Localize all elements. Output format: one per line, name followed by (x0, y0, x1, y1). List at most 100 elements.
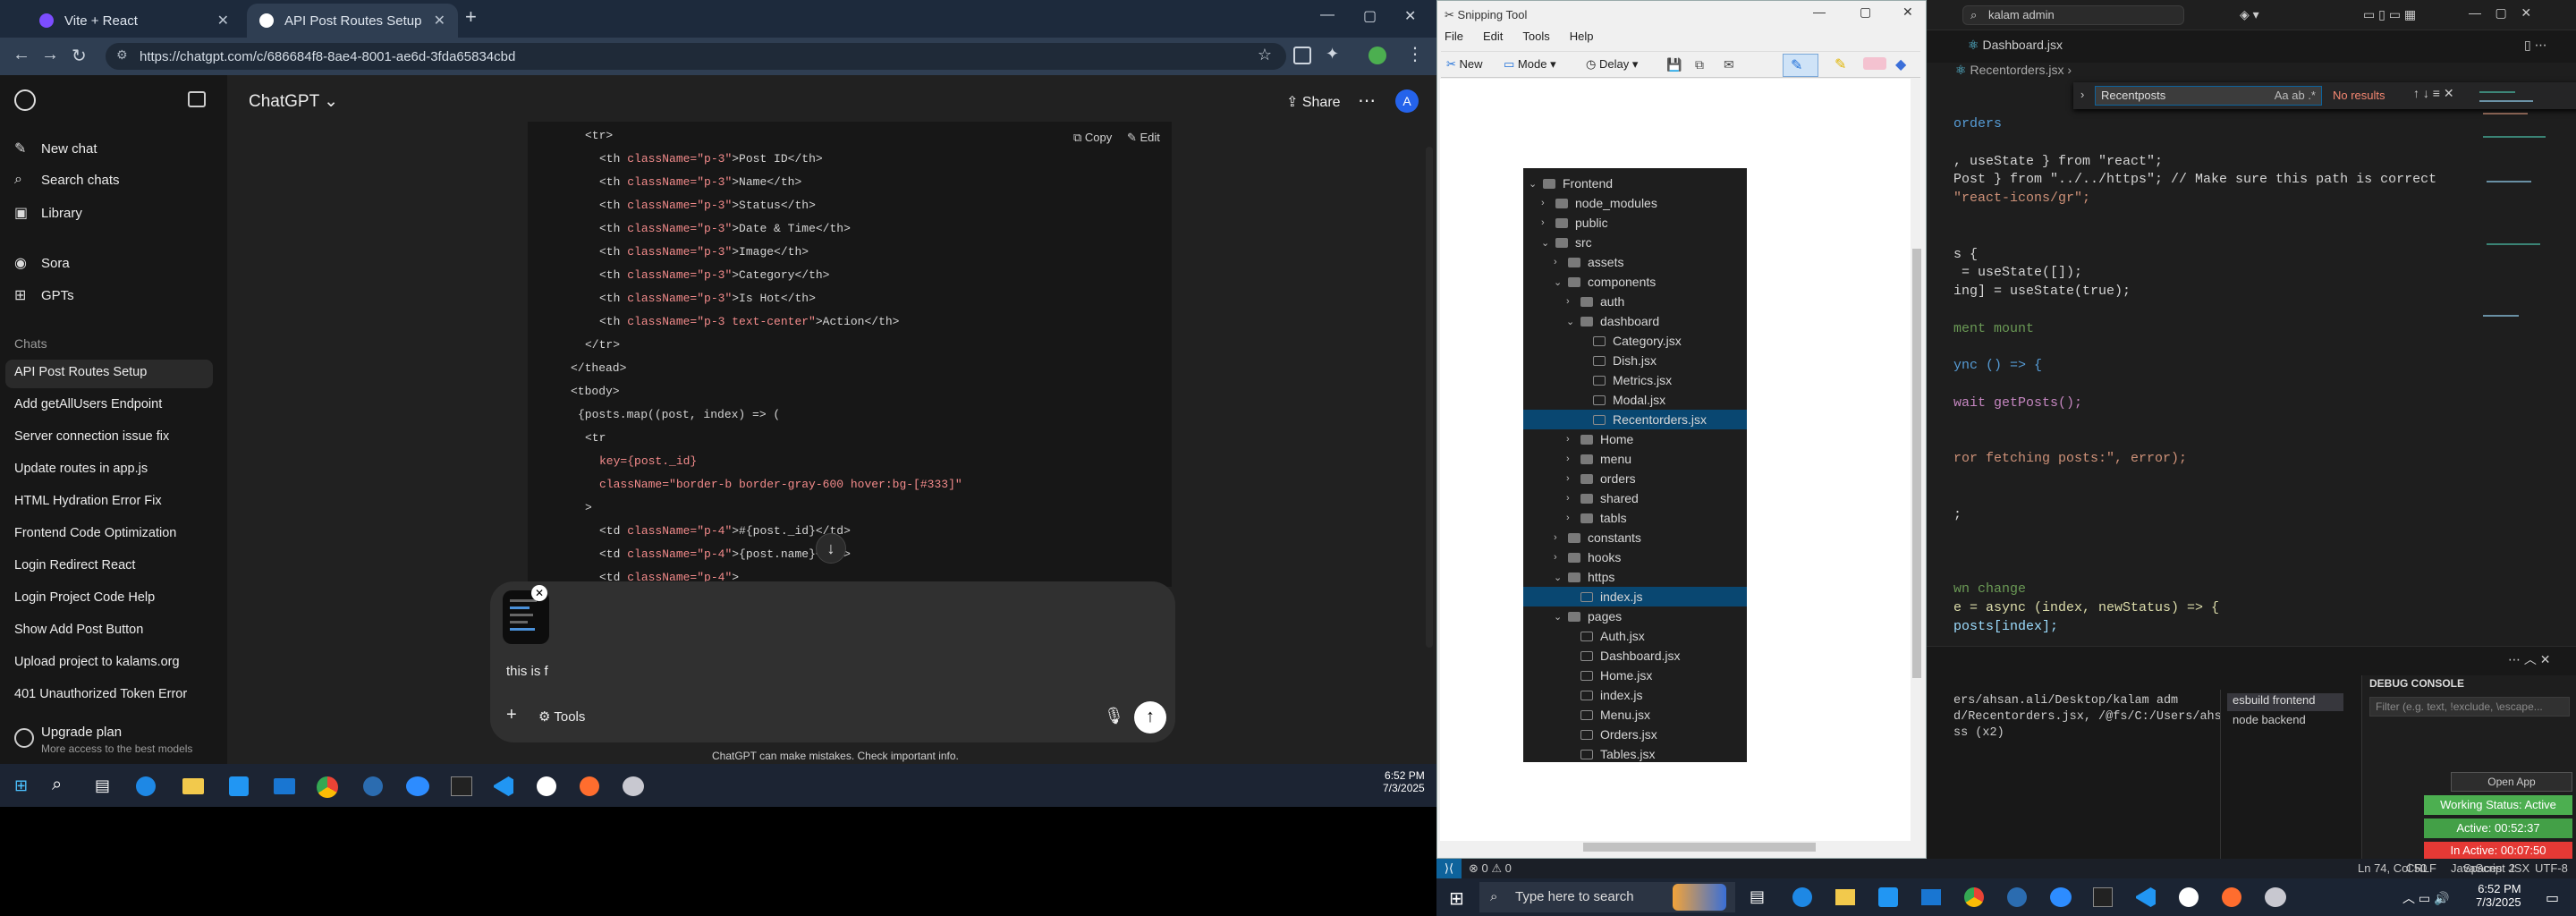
zoom-icon[interactable] (406, 776, 429, 796)
edge-icon[interactable] (136, 776, 156, 796)
close-window-button[interactable]: ✕ (1404, 7, 1416, 25)
split-editor-icon[interactable]: ▯ ⋯ (2524, 38, 2547, 53)
profile-icon[interactable] (1368, 47, 1386, 64)
send-button[interactable]: ↑ (1134, 701, 1166, 734)
command-center-search[interactable]: kalam admin ⌕ (1962, 5, 2184, 25)
app-circle-icon[interactable] (2179, 887, 2199, 907)
snip-close-button[interactable]: ✕ (1902, 4, 1913, 20)
menu-icon[interactable]: ⋮ (1406, 43, 1424, 65)
maximize-button[interactable]: ▢ (1363, 7, 1377, 25)
sidebar-chat-item[interactable]: Update routes in app.js (14, 462, 148, 476)
mail-icon[interactable] (274, 778, 295, 794)
windows-start-icon[interactable]: ⊞ (14, 776, 28, 795)
editor-code[interactable]: orders , useState } from "react"; Post } f… (1927, 116, 2463, 635)
sidebar-chat-item[interactable]: Frontend Code Optimization (14, 526, 176, 540)
snipping-icon[interactable] (2265, 887, 2286, 907)
sidebar-chat-item[interactable]: Add getAllUsers Endpoint (14, 397, 162, 411)
find-expand-icon[interactable]: › (2080, 88, 2084, 101)
zoom-icon[interactable] (2050, 887, 2072, 907)
vscode-window-controls[interactable]: — ▢ ✕ (2469, 5, 2531, 21)
chrome-icon[interactable] (317, 776, 338, 798)
sidebar-toggle-icon[interactable] (188, 91, 206, 107)
microphone-icon[interactable]: 🎙 (1104, 707, 1124, 725)
vscode-icon[interactable] (494, 776, 513, 796)
sidebar-chat-item[interactable]: Login Redirect React (14, 558, 135, 572)
extension-icon[interactable] (1293, 47, 1311, 64)
app-circle-icon[interactable] (537, 776, 556, 796)
delay-button[interactable]: ◷ Delay ▾ (1586, 57, 1638, 72)
copy-icon[interactable]: ⧉ (1695, 57, 1704, 72)
search-highlight-image[interactable] (1673, 884, 1726, 911)
sidebar-chat-item[interactable]: 401 Unauthorized Token Error (14, 687, 187, 701)
find-input[interactable]: Recentposts Aa ab .* (2095, 86, 2322, 106)
edge-icon[interactable] (1792, 887, 1812, 907)
breadcrumb-file[interactable]: Recentorders.jsx (1970, 63, 2063, 77)
tab-vite-react[interactable]: Vite + React ✕ (27, 4, 242, 38)
file-explorer-icon[interactable] (182, 778, 204, 794)
menu-file[interactable]: File (1445, 30, 1463, 43)
terminal-output[interactable]: ers/ahsan.ali/Desktop/kalam adm d/Recento… (1927, 693, 2222, 742)
menu-edit[interactable]: Edit (1483, 30, 1503, 43)
scroll-down-button[interactable]: ↓ (816, 533, 846, 564)
eraser-icon[interactable] (1863, 57, 1886, 70)
terminal-icon[interactable] (451, 776, 472, 796)
share-button[interactable]: ⇪ Share (1286, 93, 1341, 111)
taskbar-clock[interactable]: 6:52 PM 7/3/2025 (2476, 882, 2521, 909)
save-icon[interactable]: 💾 (1666, 57, 1682, 72)
terminal-tab-node[interactable]: node backend (2227, 713, 2343, 731)
menu-help[interactable]: Help (1570, 30, 1594, 43)
store-icon[interactable] (1878, 887, 1898, 907)
model-selector[interactable]: ChatGPT ⌄ (249, 91, 338, 112)
tab-dashboard[interactable]: ⚛ Dashboard.jsx (1968, 38, 2063, 53)
puzzle-icon[interactable]: ✦ (1326, 45, 1339, 64)
sidebar-chat-item[interactable]: API Post Routes Setup (14, 365, 147, 379)
taskbar-clock[interactable]: 6:52 PM 7/3/2025 (1383, 769, 1425, 794)
new-snip-button[interactable]: ✂ New (1446, 57, 1483, 72)
app-icon[interactable] (363, 776, 383, 796)
paint-3d-icon[interactable]: ◆ (1895, 55, 1906, 73)
layout-icons[interactable]: ▭ ▯ ▭ ▦ (2363, 7, 2416, 22)
encoding[interactable]: UTF-8 (2535, 861, 2568, 875)
chrome-icon[interactable] (1964, 887, 1984, 907)
sidebar-chat-item[interactable]: HTML Hydration Error Fix (14, 494, 162, 508)
snip-minimize-button[interactable]: — (1813, 4, 1826, 19)
highlighter-icon[interactable]: ✎ (1835, 55, 1846, 73)
copilot-icon[interactable]: ◈ ▾ (2240, 7, 2259, 22)
send-snip-icon[interactable]: ✉ (1724, 57, 1734, 72)
snip-hscrollbar[interactable] (1440, 841, 1911, 853)
add-attachment-button[interactable]: + (506, 705, 517, 725)
open-app-button[interactable]: Open App (2451, 772, 2572, 792)
pen-button[interactable]: ✎ (1783, 54, 1818, 77)
app-icon[interactable] (2007, 887, 2027, 907)
minimize-button[interactable]: — (1320, 7, 1335, 23)
snip-scroll-thumb[interactable] (1912, 249, 1921, 678)
library-button[interactable]: ▣ Library (14, 204, 82, 222)
minimap[interactable] (2470, 82, 2560, 440)
debug-filter-input[interactable]: Filter (e.g. text, !exclude, \escape... (2369, 697, 2570, 717)
task-view-icon[interactable]: ▤ (1750, 887, 1765, 906)
find-nav-icons[interactable]: ↑ ↓ ≡ ✕ (2413, 86, 2454, 101)
problems-indicator[interactable]: ⊗ 0 ⚠ 0 (1469, 861, 1512, 876)
eol-indicator[interactable]: CRLF (2406, 861, 2436, 875)
more-options-icon[interactable]: ⋯ (1358, 89, 1376, 112)
file-explorer-icon[interactable] (1835, 889, 1855, 905)
sidebar-chat-item[interactable]: Show Add Post Button (14, 623, 143, 637)
reload-icon[interactable]: ↻ (72, 45, 87, 67)
system-tray-icons[interactable]: ︿ ▭ 🔊 (2402, 889, 2449, 907)
scrollbar[interactable] (1426, 147, 1433, 648)
sidebar-chat-item[interactable]: Server connection issue fix (14, 429, 169, 444)
vscode-icon[interactable] (2136, 887, 2156, 907)
snip-maximize-button[interactable]: ▢ (1860, 4, 1871, 20)
windows-start-icon[interactable]: ⊞ (1449, 887, 1464, 910)
task-view-icon[interactable]: ▤ (95, 776, 110, 795)
upgrade-title[interactable]: Upgrade plan (41, 725, 122, 740)
forward-icon[interactable]: → (41, 45, 59, 65)
search-chats-button[interactable]: ⌕ Search chats (14, 172, 120, 188)
sidebar-chat-item[interactable]: Upload project to kalams.org (14, 655, 180, 669)
new-tab-button[interactable]: + (465, 5, 477, 29)
snip-hscroll-thumb[interactable] (1583, 843, 1816, 852)
panel-controls[interactable]: ⋯ ︿ ✕ (2508, 650, 2551, 668)
avatar[interactable]: A (1395, 89, 1419, 113)
url-input[interactable]: https://chatgpt.com/c/686684f8-8ae4-8001… (106, 43, 1286, 70)
remove-attachment-icon[interactable]: ✕ (531, 585, 547, 601)
